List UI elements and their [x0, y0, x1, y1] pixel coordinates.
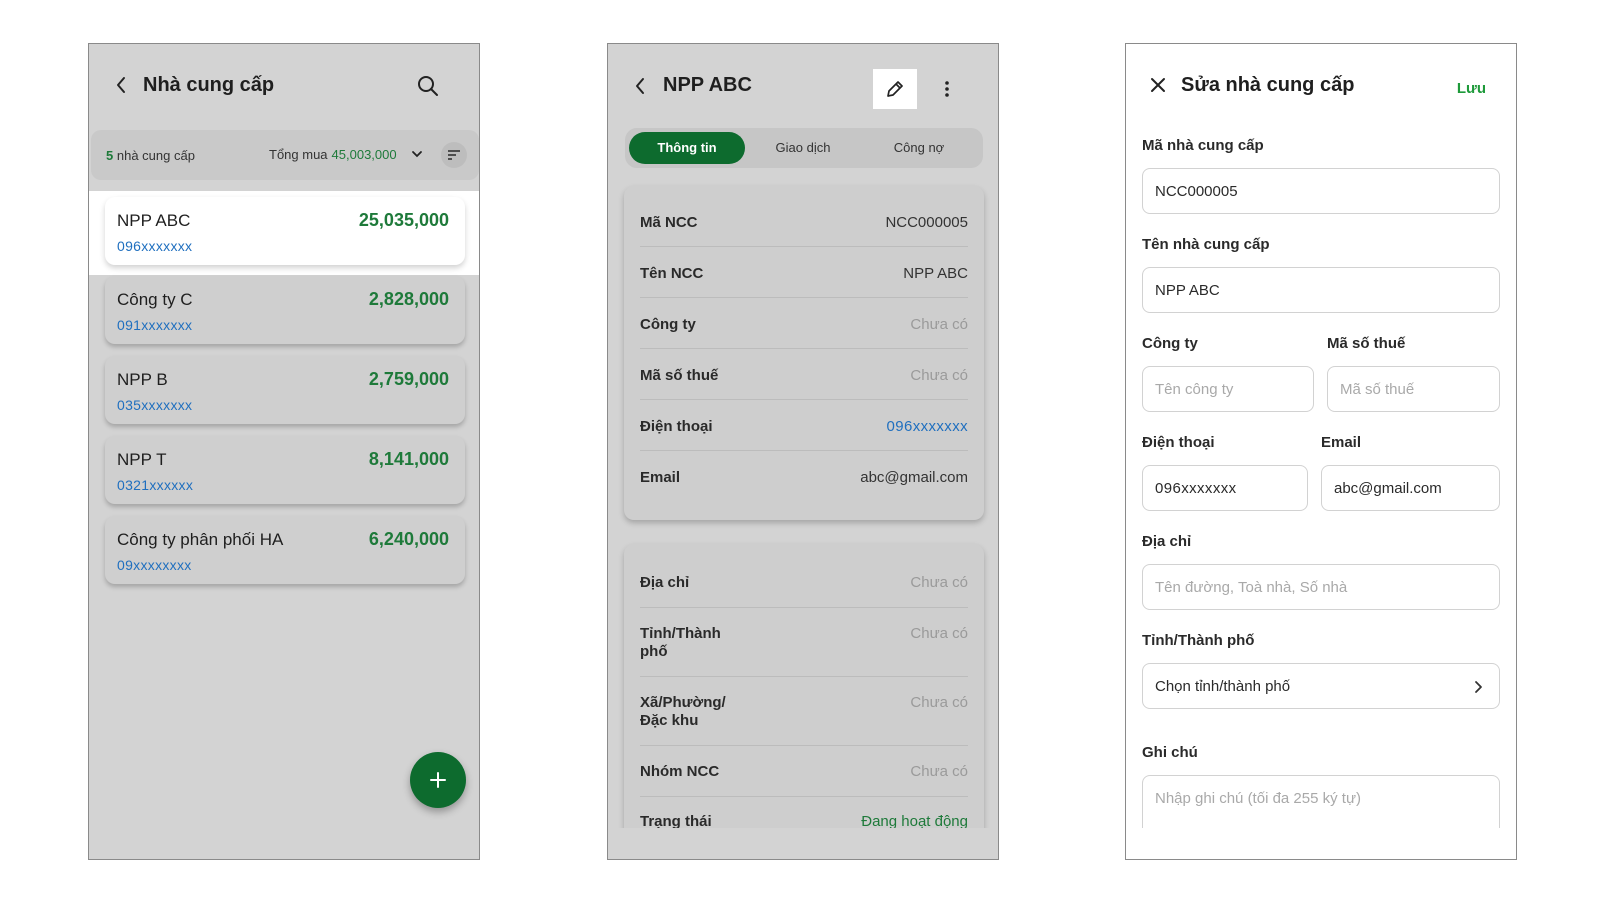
field-label: Mã số thuế — [1327, 335, 1406, 352]
add-supplier-button[interactable] — [410, 752, 466, 808]
address-input[interactable]: Tên đường, Toà nhà, Số nhà — [1142, 564, 1500, 610]
supplier-amount: 2,828,000 — [368, 289, 449, 309]
supplier-name: NPP T — [117, 450, 167, 469]
tax-code-input[interactable]: Mã số thuế — [1327, 366, 1500, 412]
supplier-phone: 0321xxxxxx — [117, 477, 194, 493]
supplier-phone: 035xxxxxxx — [117, 397, 193, 413]
save-button[interactable]: Lưu — [1457, 80, 1486, 97]
page-title: Sửa nhà cung cấp — [1181, 74, 1355, 96]
supplier-count: 5 nhà cung cấp — [106, 148, 195, 163]
more-vertical-icon[interactable] — [944, 80, 950, 98]
edit-supplier-screen: Sửa nhà cung cấp Lưu Mã nhà cung cấp NCC… — [1125, 43, 1517, 860]
supplier-name-input[interactable]: NPP ABC — [1142, 267, 1500, 313]
field-label: Địa chỉ — [1142, 533, 1192, 550]
close-icon[interactable] — [1150, 77, 1166, 93]
back-chevron-icon[interactable] — [115, 76, 127, 94]
supplier-name: NPP ABC — [117, 211, 191, 230]
search-icon[interactable] — [416, 74, 440, 98]
phone-input[interactable]: 096xxxxxxx — [1142, 465, 1308, 511]
tab-info[interactable]: Thông tin — [629, 132, 745, 164]
field-label: Mã nhà cung cấp — [1142, 137, 1264, 154]
supplier-amount: 8,141,000 — [368, 449, 449, 469]
page-title: NPP ABC — [663, 74, 752, 96]
supplier-detail-screen: NPP ABC Thông tin Giao dịch Công nợ Mã N… — [607, 43, 999, 860]
supplier-phone: 091xxxxxxx — [117, 317, 193, 333]
supplier-amount: 6,240,000 — [368, 529, 449, 549]
supplier-amount: 25,035,000 — [358, 210, 449, 230]
back-chevron-icon[interactable] — [634, 77, 646, 95]
tab-debt[interactable]: Công nợ — [861, 132, 977, 164]
supplier-phone: 096xxxxxxx — [117, 238, 193, 254]
scroll-mask — [1126, 828, 1516, 859]
summary-bar: 5 nhà cung cấp Tổng mua 45,003,000 — [91, 130, 479, 180]
supplier-phone: 09xxxxxxxx — [117, 557, 192, 573]
supplier-card[interactable]: NPP ABC 096xxxxxxx 25,035,000 — [105, 197, 465, 265]
supplier-name: NPP B — [117, 370, 168, 389]
field-label: Tên nhà cung cấp — [1142, 236, 1270, 253]
supplier-amount: 2,759,000 — [368, 369, 449, 389]
supplier-card[interactable]: NPP B 035xxxxxxx 2,759,000 — [105, 356, 465, 424]
tab-transactions[interactable]: Giao dịch — [747, 132, 859, 164]
field-label: Email — [1321, 434, 1362, 451]
address-info-card: Địa chỉ Chưa có Tỉnh/Thành phố Chưa có X… — [624, 544, 984, 859]
province-select[interactable]: Chọn tỉnh/thành phố — [1142, 663, 1500, 709]
edit-button[interactable] — [873, 69, 917, 109]
supplier-name: Công ty phân phối HA — [117, 530, 284, 549]
field-label: Công ty — [1142, 335, 1198, 352]
scroll-mask — [608, 828, 998, 859]
page-title: Nhà cung cấp — [143, 74, 275, 96]
chevron-down-icon[interactable] — [411, 148, 423, 160]
email-input[interactable]: abc@gmail.com — [1321, 465, 1500, 511]
detail-tabs: Thông tin Giao dịch Công nợ — [625, 128, 983, 168]
supplier-list-screen: Nhà cung cấp 5 nhà cung cấp Tổng mua 45,0… — [88, 43, 480, 860]
filter-icon[interactable] — [441, 142, 467, 168]
supplier-card[interactable]: NPP T 0321xxxxxx 8,141,000 — [105, 436, 465, 504]
field-label: Điện thoại — [1142, 434, 1215, 451]
company-input[interactable]: Tên công ty — [1142, 366, 1314, 412]
phone-link[interactable]: 096xxxxxxx — [886, 418, 968, 436]
field-label: Ghi chú — [1142, 744, 1198, 761]
field-label: Tỉnh/Thành phố — [1142, 632, 1255, 649]
supplier-card[interactable]: Công ty C 091xxxxxxx 2,828,000 — [105, 276, 465, 344]
supplier-name: Công ty C — [117, 290, 193, 309]
supplier-code-input[interactable]: NCC000005 — [1142, 168, 1500, 214]
total-purchase[interactable]: Tổng mua 45,003,000 — [269, 147, 397, 162]
basic-info-card: Mã NCC NCC000005 Tên NCC NPP ABC Công ty… — [624, 186, 984, 520]
supplier-card[interactable]: Công ty phân phối HA 09xxxxxxxx 6,240,00… — [105, 516, 465, 584]
